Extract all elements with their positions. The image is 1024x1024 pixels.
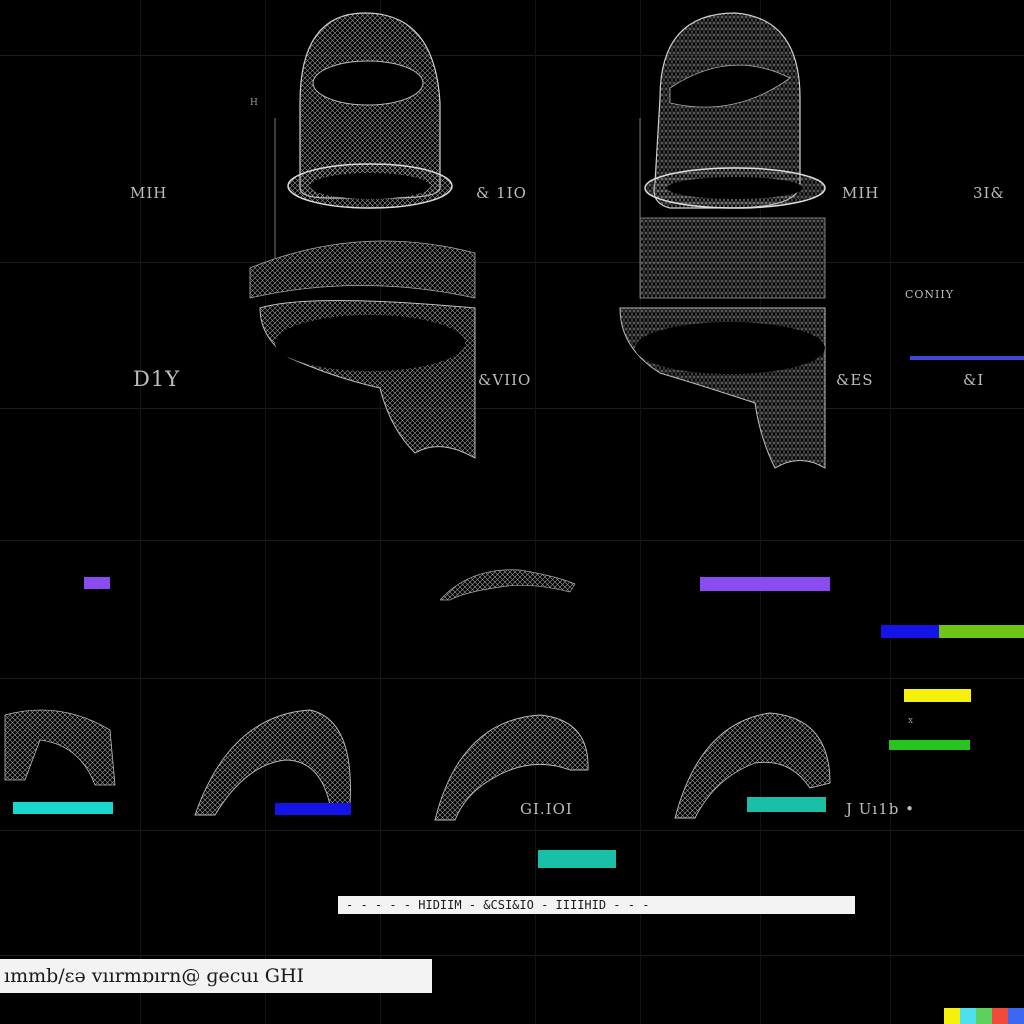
color-bar xyxy=(939,625,1024,638)
color-bar xyxy=(881,625,939,638)
color-bar xyxy=(904,689,971,702)
grid-line xyxy=(140,0,141,1024)
label: J Uı1b • xyxy=(846,800,915,818)
color-bar xyxy=(84,577,110,589)
watermark-icon xyxy=(944,1008,1024,1024)
label: MIH xyxy=(842,184,880,202)
color-bar xyxy=(910,356,1024,360)
color-bar xyxy=(889,740,970,750)
label: &VIIO xyxy=(478,371,532,389)
grid-line xyxy=(890,0,891,1024)
grid-line xyxy=(0,830,1024,831)
label: H xyxy=(250,98,259,108)
grid-line xyxy=(0,55,1024,56)
color-bar xyxy=(538,850,616,868)
mesh-render-icon xyxy=(249,12,476,459)
mesh-render-icon xyxy=(4,709,116,786)
mesh-render-icon xyxy=(619,12,826,469)
label: CONIIY xyxy=(905,288,955,301)
grid-line xyxy=(0,955,1024,956)
canvas: MIH & 1IO MIH 3I& CONIIY D1Y &VIIO &ES &… xyxy=(0,0,1024,1024)
mesh-render-icon xyxy=(440,569,576,601)
label: GI.IOI xyxy=(520,800,573,818)
label: & 1IO xyxy=(476,184,527,202)
label: x xyxy=(908,716,915,726)
grid-line xyxy=(0,262,1024,263)
label: &ES xyxy=(836,371,874,389)
color-bar xyxy=(13,802,113,814)
label: &I xyxy=(963,371,985,389)
grid-line xyxy=(0,678,1024,679)
caption-strip: - - - - - HIDIIM - &CSI&IO - IIIIHID - -… xyxy=(338,896,855,914)
label: MIH xyxy=(130,184,168,202)
grid-line xyxy=(0,408,1024,409)
grid-line xyxy=(535,0,536,1024)
grid-line xyxy=(0,540,1024,541)
color-bar xyxy=(275,803,351,815)
label: D1Y xyxy=(133,367,181,391)
caption-strip: ımmb/ɛə vıırmɒırn@ ɡecuı GHI xyxy=(0,959,432,993)
color-bar xyxy=(700,577,830,591)
label: 3I& xyxy=(973,184,1005,202)
color-bar xyxy=(747,797,826,812)
